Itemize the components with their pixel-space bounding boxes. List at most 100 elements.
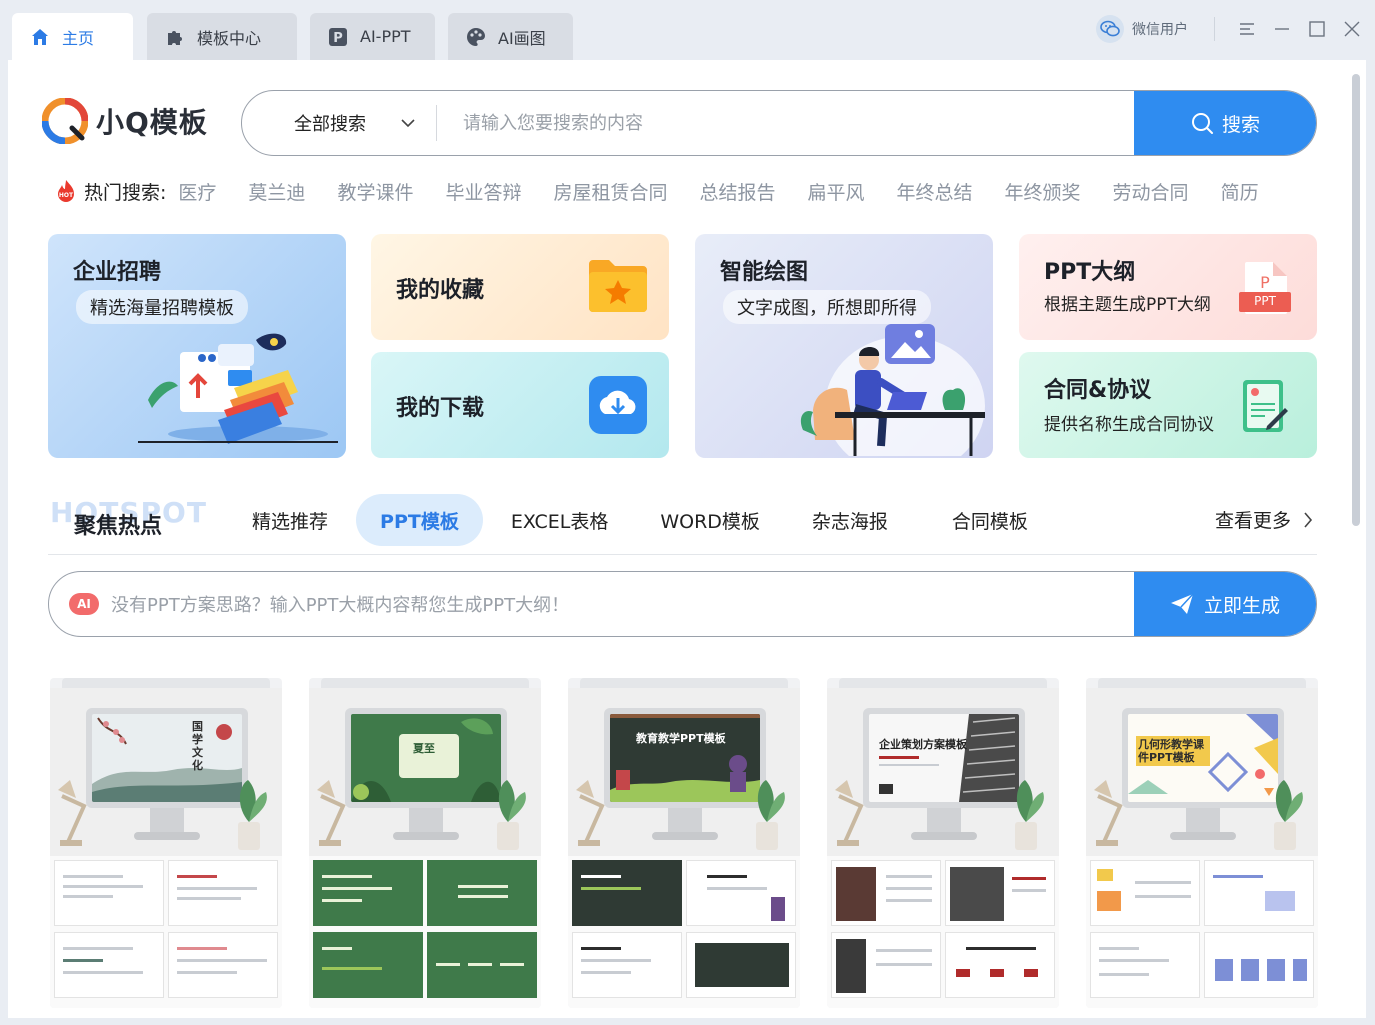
template-thumbnail[interactable]: 国学文化 (50, 678, 282, 1008)
section-divider (48, 554, 1317, 555)
card-ppt-outline[interactable]: PPT大纲 根据主题生成PPT大纲 P PPT (1019, 234, 1317, 340)
wechat-icon (1096, 15, 1124, 43)
slide-page (313, 860, 423, 926)
ai-badge: AI (69, 593, 99, 615)
section-title: 聚焦热点 (74, 514, 163, 539)
hot-keyword[interactable]: 年终总结 (897, 178, 973, 205)
thumbnail-preview: 夏至 (309, 688, 541, 856)
plant-graphic (756, 780, 785, 850)
search-button-label: 搜索 (1221, 113, 1260, 136)
view-more-link[interactable]: 查看更多 (1215, 506, 1313, 533)
thumbnail-screen-title: 教育教学PPT模板 (636, 732, 726, 745)
monitor-stand (409, 808, 443, 834)
category-tab[interactable]: 合同模板 (928, 494, 1052, 546)
hot-keyword[interactable]: 劳动合同 (1113, 178, 1189, 205)
tab-template-center[interactable]: 模板中心 (147, 13, 297, 60)
slide-page (572, 932, 682, 998)
slide-page (686, 932, 796, 998)
hot-keyword[interactable]: 扁平风 (808, 178, 865, 205)
window-controls (1214, 14, 1369, 44)
hot-keyword[interactable]: 教学课件 (337, 178, 413, 205)
thumbnail-preview: 企业策划方案模板 (827, 688, 1059, 856)
tab-ai-ppt[interactable]: P AI-PPT (310, 13, 435, 60)
ai-outline-bar: AI 没有PPT方案思路？输入PPT大概内容帮您生成PPT大纲！ 立即生成 (48, 571, 1317, 637)
category-tab[interactable]: 杂志海报 (788, 494, 924, 546)
main-panel: 小Q模板 全部搜索 搜索 HOT 热门搜索: 医疗 莫兰迪 教学课件 毕业答辩 … (8, 60, 1366, 1018)
slide-page (54, 860, 164, 926)
category-tab[interactable]: WORD模板 (636, 494, 784, 546)
ai-outline-input[interactable]: 没有PPT方案思路？输入PPT大概内容帮您生成PPT大纲！ (111, 591, 1134, 617)
user-name: 微信用户 (1132, 22, 1188, 38)
hot-keyword[interactable]: 年终颁奖 (1005, 178, 1081, 205)
slide-page (831, 860, 941, 926)
hot-keyword[interactable]: 莫兰迪 (248, 178, 305, 205)
monitor-screen: 几何形教学课件PPT模板 (1128, 714, 1278, 802)
card-favorites-title: 我的收藏 (396, 278, 485, 303)
category-tab[interactable]: 精选推荐 (228, 494, 352, 546)
chevron-down-icon (401, 119, 415, 128)
plant-graphic (497, 780, 526, 850)
ppt-icon: P (328, 27, 348, 47)
hot-keyword[interactable]: 医疗 (178, 178, 216, 205)
tab-home[interactable]: 主页 (12, 13, 133, 60)
card-smart-drawing[interactable]: 智能绘图 文字成图，所想即所得 (695, 234, 993, 458)
maximize-icon[interactable] (1299, 14, 1334, 44)
puzzle-icon (165, 27, 185, 47)
thumbnail-pages (1086, 856, 1318, 1008)
monitor-base (652, 832, 718, 840)
category-tab[interactable]: EXCEL表格 (487, 494, 633, 546)
svg-text:HOT: HOT (59, 192, 74, 199)
building-graphic (879, 714, 1019, 802)
plant-graphic (1274, 780, 1303, 850)
hot-search: HOT 热门搜索: 医疗 莫兰迪 教学课件 毕业答辩 房屋租赁合同 总结报告 扁… (54, 176, 1259, 206)
search-scope-label: 全部搜索 (294, 114, 366, 135)
folder-star-icon (589, 260, 647, 312)
thumbnail-screen-title: 企业策划方案模板 (879, 738, 967, 751)
slide-page (54, 932, 164, 998)
thumbnail-pages (827, 856, 1059, 1008)
card-recruitment[interactable]: 企业招聘 精选海量招聘模板 (48, 234, 346, 458)
hot-keyword[interactable]: 总结报告 (699, 178, 775, 205)
search-button[interactable]: 搜索 (1134, 91, 1316, 155)
monitor-screen: 国学文化 (92, 714, 242, 802)
search-icon (1191, 113, 1213, 134)
monitor-base (134, 832, 200, 840)
window-controls-divider (1214, 17, 1215, 41)
card-contract[interactable]: 合同&协议 提供名称生成合同协议 (1019, 352, 1317, 458)
template-thumbnail[interactable]: 企业策划方案模板 (827, 678, 1059, 1008)
hot-keyword[interactable]: 简历 (1221, 178, 1259, 205)
monitor-screen: 教育教学PPT模板 (610, 714, 760, 802)
monitor: 夏至 (345, 708, 507, 808)
template-thumbnail[interactable]: 几何形教学课件PPT模板 (1086, 678, 1318, 1008)
search-input[interactable] (437, 91, 1134, 155)
menu-icon[interactable] (1229, 14, 1264, 44)
thumbnail-tab (62, 678, 270, 688)
hot-keyword[interactable]: 房屋租赁合同 (553, 178, 667, 205)
generate-button[interactable]: 立即生成 (1134, 572, 1316, 636)
close-icon[interactable] (1334, 14, 1369, 44)
hot-fire-icon: HOT (58, 180, 74, 202)
view-more-label: 查看更多 (1215, 510, 1292, 532)
hot-search-label: 热门搜索: (84, 181, 167, 204)
ink-landscape-graphic (92, 717, 242, 802)
tab-ai-ppt-label: AI-PPT (360, 27, 411, 46)
tab-ai-drawing[interactable]: AI画图 (448, 13, 573, 60)
card-downloads[interactable]: 我的下载 (371, 352, 669, 458)
user-account[interactable]: 微信用户 (1096, 14, 1188, 44)
lamp-graphic (576, 780, 605, 846)
monitor-base (1170, 832, 1236, 840)
template-thumbnail[interactable]: 教育教学PPT模板 (568, 678, 800, 1008)
minimize-icon[interactable] (1264, 14, 1299, 44)
thumbnail-screen-title: 夏至 (413, 742, 435, 755)
thumbnail-pages (568, 856, 800, 1008)
template-thumbnail[interactable]: 夏至 (309, 678, 541, 1008)
palette-icon (466, 27, 486, 47)
ppt-badge-label: PPT (1254, 294, 1276, 308)
search-scope-select[interactable]: 全部搜索 (242, 91, 436, 155)
hot-keyword[interactable]: 毕业答辩 (445, 178, 521, 205)
monitor: 教育教学PPT模板 (604, 708, 766, 808)
monitor-base (393, 832, 459, 840)
scrollbar[interactable] (1352, 74, 1360, 526)
category-tab-active[interactable]: PPT模板 (356, 494, 483, 546)
card-favorites[interactable]: 我的收藏 (371, 234, 669, 340)
